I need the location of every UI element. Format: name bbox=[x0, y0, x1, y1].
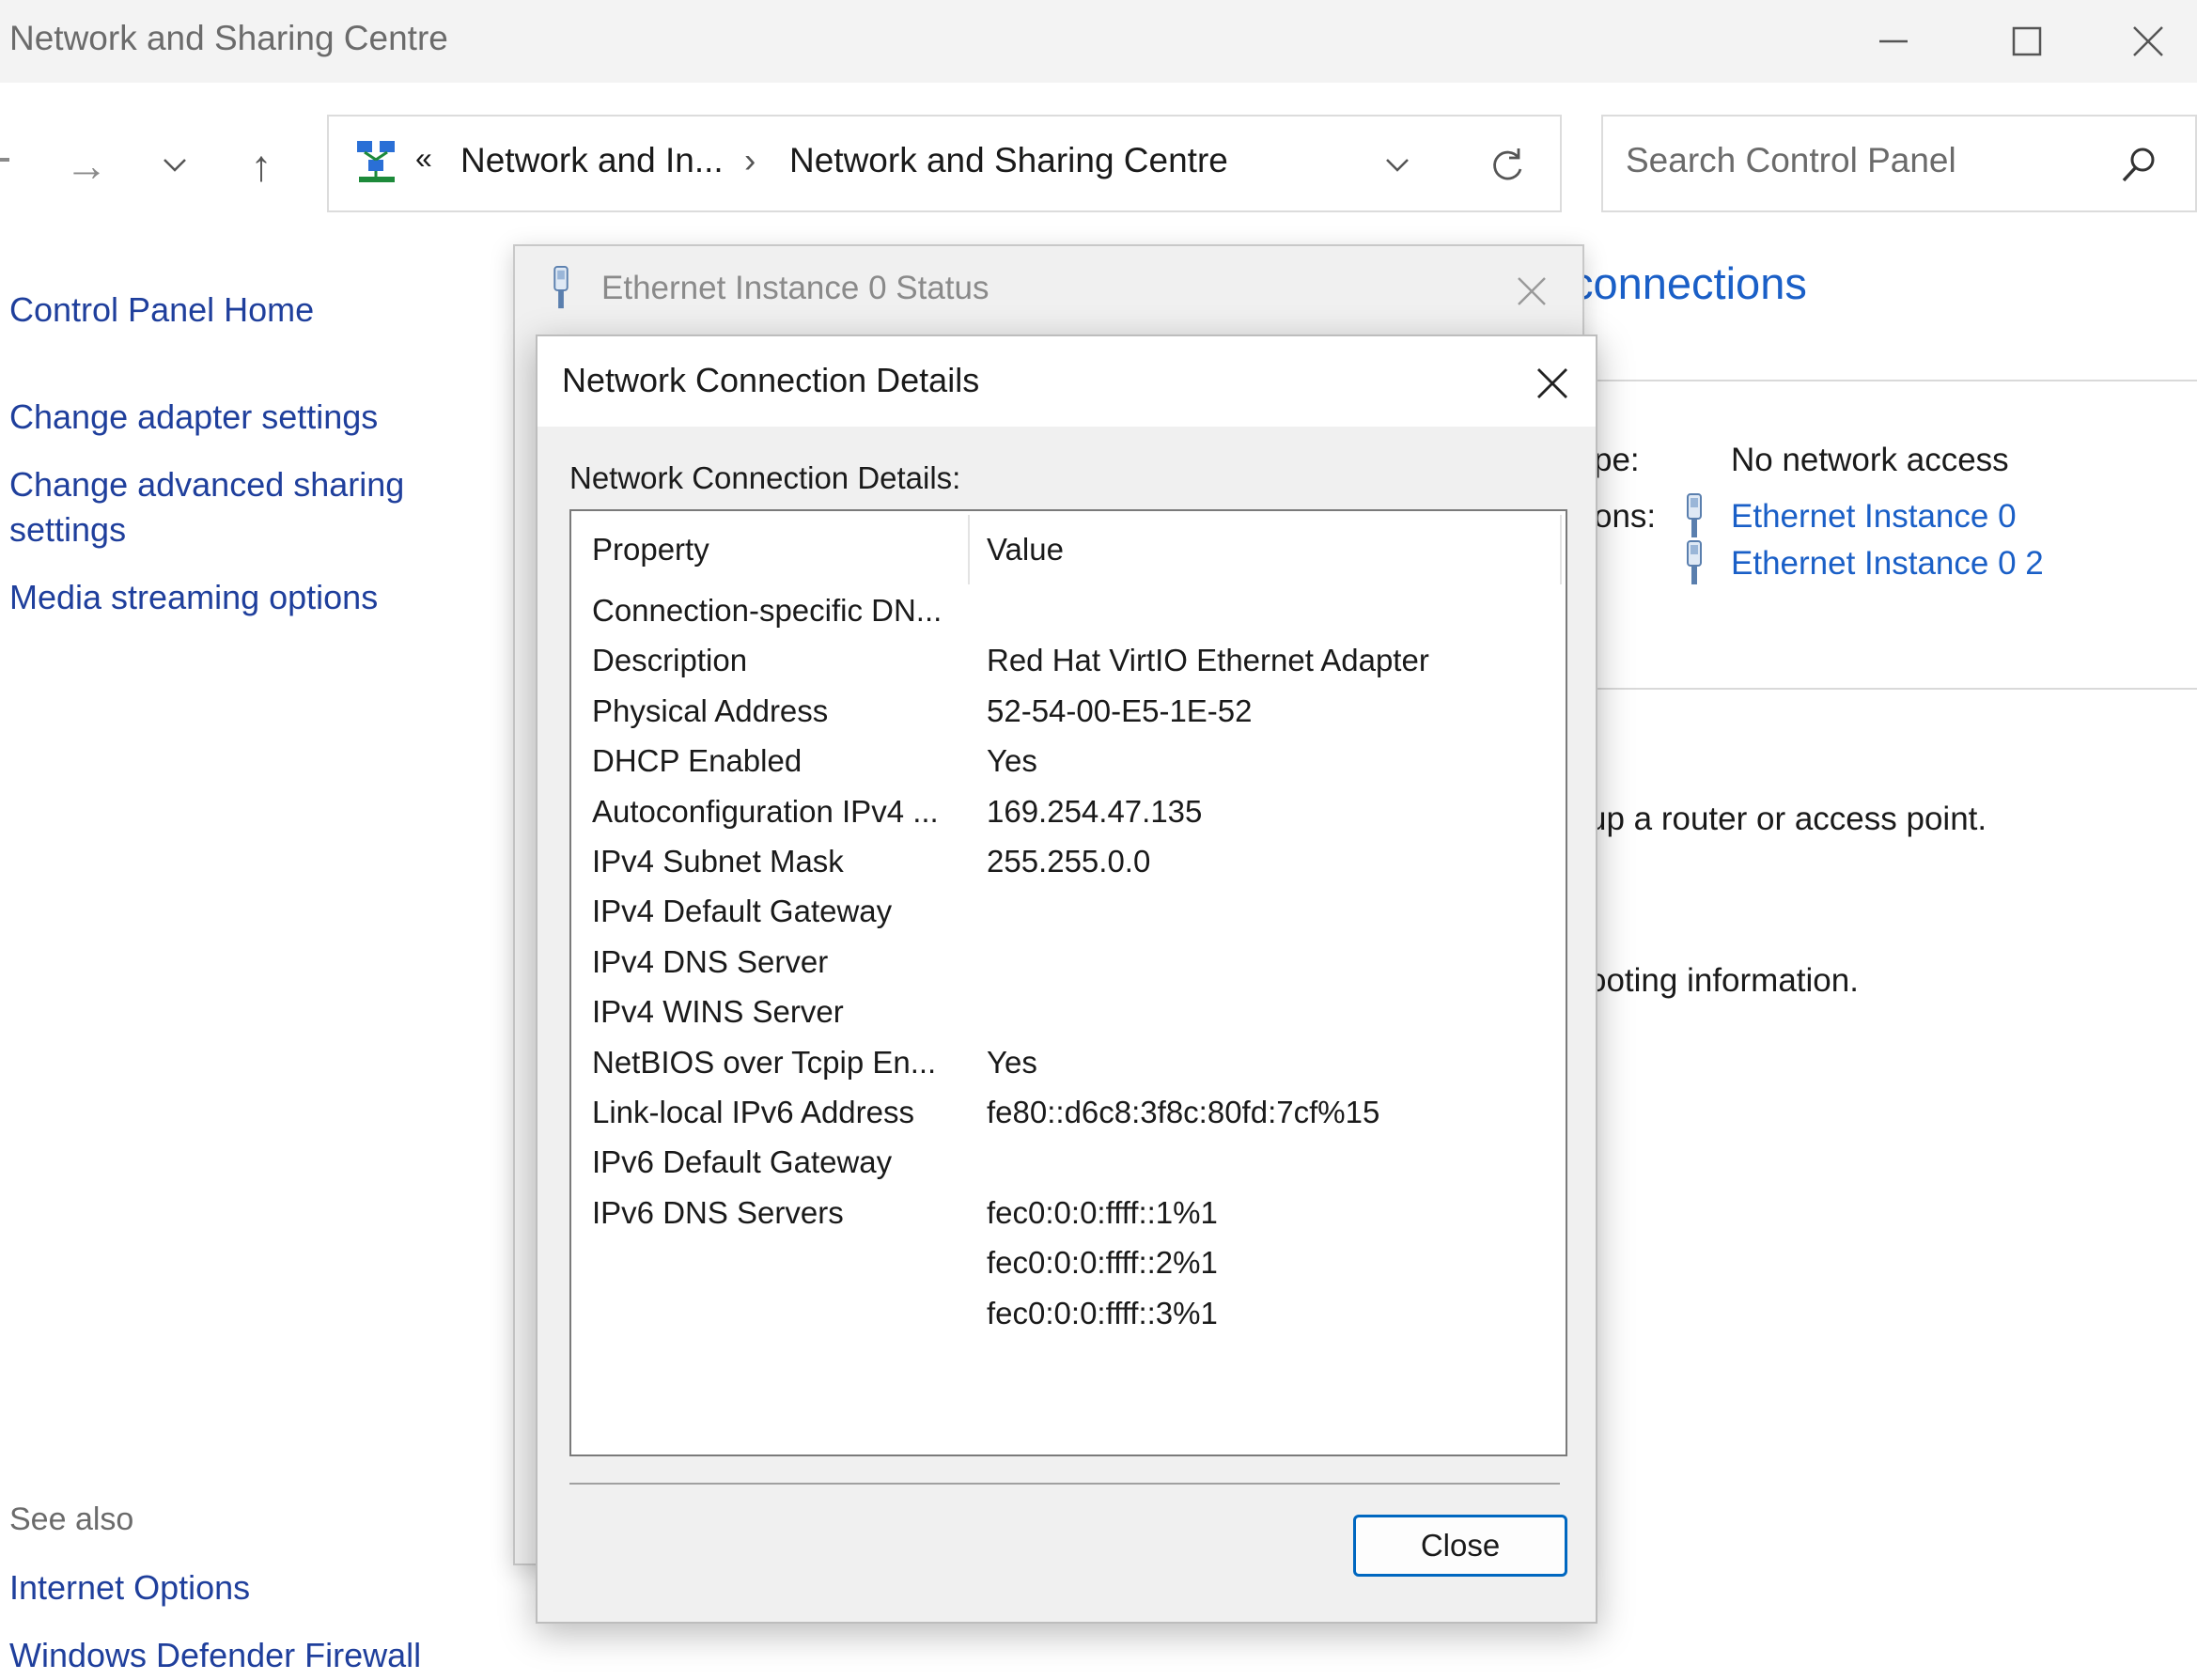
window-close-button[interactable] bbox=[2099, 9, 2197, 73]
table-row-property[interactable]: IPv4 Default Gateway bbox=[592, 893, 892, 930]
sidebar-item-change-advanced-sharing[interactable]: Change advanced sharing settings bbox=[9, 462, 442, 552]
search-input[interactable]: Search Control Panel bbox=[1626, 141, 1956, 180]
window-title: Network and Sharing Centre bbox=[9, 19, 448, 57]
section-divider bbox=[1588, 380, 2197, 381]
table-row-value[interactable]: fe80::d6c8:3f8c:80fd:7cf%15 bbox=[987, 1094, 1379, 1131]
network-center-icon bbox=[357, 141, 395, 182]
table-row-property[interactable]: IPv6 DNS Servers bbox=[592, 1194, 844, 1232]
table-row-property[interactable]: IPv4 DNS Server bbox=[592, 943, 828, 981]
setup-router-text: up a router or access point. bbox=[1588, 801, 1987, 837]
table-row-value[interactable]: 169.254.47.135 bbox=[987, 793, 1202, 831]
table-row-value[interactable]: Yes bbox=[987, 742, 1037, 780]
sidebar-item-media-streaming[interactable]: Media streaming options bbox=[9, 575, 442, 620]
close-icon bbox=[1518, 277, 1546, 305]
sidebar-item-change-adapter-settings[interactable]: Change adapter settings bbox=[9, 395, 442, 440]
table-row-value[interactable]: Yes bbox=[987, 1044, 1037, 1081]
table-row-value[interactable]: fec0:0:0:ffff::1%1 bbox=[987, 1194, 1218, 1232]
status-dialog-close-button[interactable] bbox=[1504, 263, 1560, 319]
column-header-value[interactable]: Value bbox=[987, 532, 1064, 568]
breadcrumb-overflow-icon[interactable]: « bbox=[415, 141, 432, 176]
up-button[interactable]: ↑ bbox=[233, 132, 289, 199]
table-row-property[interactable]: IPv4 WINS Server bbox=[592, 993, 844, 1031]
table-row-value[interactable]: fec0:0:0:ffff::2%1 bbox=[987, 1244, 1218, 1282]
address-dropdown-icon[interactable] bbox=[1383, 156, 1411, 175]
section-heading-connections: connections bbox=[1571, 258, 1807, 308]
address-bar[interactable]: « Network and In... › Network and Sharin… bbox=[327, 115, 1562, 212]
minimize-icon bbox=[1879, 39, 1908, 43]
search-box[interactable]: Search Control Panel bbox=[1601, 115, 2197, 212]
troubleshoot-text: ooting information. bbox=[1588, 962, 1859, 999]
maximize-button[interactable] bbox=[1966, 9, 2088, 73]
table-row-property[interactable]: IPv6 Default Gateway bbox=[592, 1143, 892, 1181]
connection-link-ethernet-instance-0[interactable]: Ethernet Instance 0 bbox=[1731, 498, 2017, 536]
breadcrumb-network-internet[interactable]: Network and In... bbox=[460, 141, 724, 180]
table-row-property[interactable]: IPv4 Subnet Mask bbox=[592, 843, 844, 880]
up-arrow-icon: ↑ bbox=[250, 141, 273, 190]
back-arrow-fragment bbox=[0, 158, 9, 162]
breadcrumb-network-sharing-centre[interactable]: Network and Sharing Centre bbox=[789, 141, 1228, 180]
status-dialog-title: Ethernet Instance 0 Status bbox=[601, 270, 989, 306]
details-dialog-close-button[interactable] bbox=[1515, 350, 1590, 417]
column-header-property[interactable]: Property bbox=[592, 532, 709, 568]
table-row-value[interactable]: 255.255.0.0 bbox=[987, 843, 1150, 880]
table-row-property[interactable]: Connection-specific DN... bbox=[592, 592, 942, 630]
forward-arrow-icon: → bbox=[65, 141, 108, 190]
forward-button[interactable]: → bbox=[58, 132, 115, 199]
recent-locations-button[interactable] bbox=[147, 132, 203, 199]
minimize-button[interactable] bbox=[1832, 9, 1955, 73]
refresh-icon[interactable] bbox=[1487, 145, 1528, 186]
see-also-windows-defender-firewall[interactable]: Windows Defender Firewall bbox=[9, 1633, 421, 1678]
dialog-separator bbox=[569, 1483, 1560, 1485]
connections-label: ons: bbox=[1594, 498, 1657, 535]
search-icon[interactable] bbox=[2118, 145, 2159, 186]
table-row-value[interactable]: Red Hat VirtIO Ethernet Adapter bbox=[987, 642, 1429, 679]
table-row-property[interactable]: NetBIOS over Tcpip En... bbox=[592, 1044, 936, 1081]
sidebar-control-panel-home[interactable]: Control Panel Home bbox=[9, 288, 314, 333]
breadcrumb-separator-icon: › bbox=[744, 141, 756, 179]
section-divider bbox=[1588, 688, 2197, 690]
see-also-heading: See also bbox=[9, 1501, 134, 1537]
close-icon bbox=[1537, 368, 1567, 398]
close-icon bbox=[2133, 26, 2163, 56]
column-divider[interactable] bbox=[1560, 515, 1562, 584]
ethernet-icon bbox=[1687, 540, 1702, 584]
maximize-icon bbox=[2012, 26, 2042, 56]
chevron-down-icon bbox=[164, 159, 186, 172]
access-type-value: No network access bbox=[1731, 442, 2009, 478]
table-row-property[interactable]: Link-local IPv6 Address bbox=[592, 1094, 914, 1131]
table-row-property[interactable]: Description bbox=[592, 642, 747, 679]
see-also-internet-options[interactable]: Internet Options bbox=[9, 1565, 250, 1610]
ethernet-icon bbox=[553, 265, 569, 309]
table-row-value[interactable]: 52-54-00-E5-1E-52 bbox=[987, 692, 1253, 730]
table-row-value[interactable]: fec0:0:0:ffff::3%1 bbox=[987, 1295, 1218, 1332]
details-dialog-title: Network Connection Details bbox=[562, 361, 980, 399]
access-type-label: pe: bbox=[1594, 442, 1640, 478]
close-button[interactable]: Close bbox=[1353, 1515, 1567, 1577]
table-row-property[interactable]: DHCP Enabled bbox=[592, 742, 802, 780]
table-row-property[interactable]: Autoconfiguration IPv4 ... bbox=[592, 793, 939, 831]
column-divider[interactable] bbox=[968, 515, 970, 584]
connection-link-ethernet-instance-0-2[interactable]: Ethernet Instance 0 2 bbox=[1731, 545, 2044, 583]
table-row-property[interactable]: Physical Address bbox=[592, 692, 828, 730]
ethernet-icon bbox=[1687, 493, 1702, 537]
details-caption: Network Connection Details: bbox=[569, 460, 961, 495]
